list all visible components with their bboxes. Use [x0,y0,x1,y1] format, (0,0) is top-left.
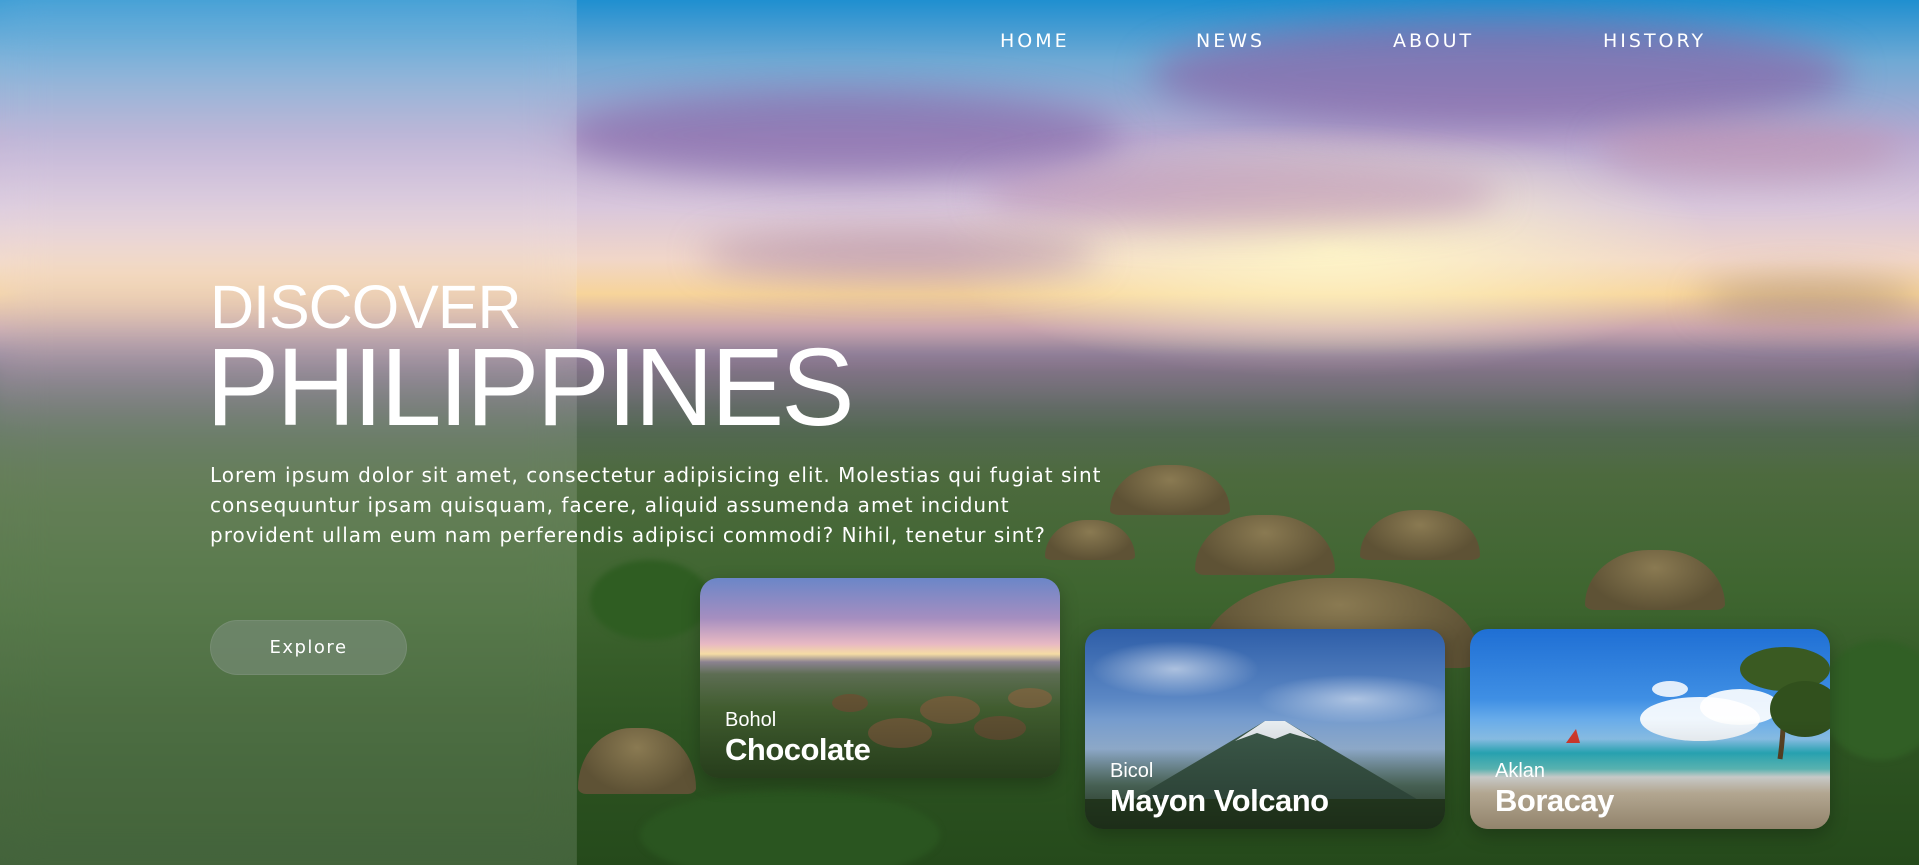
card-region-label: Bicol [1110,760,1154,782]
card-region-label: Aklan [1495,760,1546,782]
hero-description: Lorem ipsum dolor sit amet, consectetur … [210,463,1102,547]
explore-button[interactable]: Explore [210,620,407,675]
card-region-label: Bohol [725,709,777,731]
card-title: Chocolate [725,732,871,767]
nav-home-link[interactable]: HOME [1000,30,1070,52]
nav-news-link[interactable]: NEWS [1196,30,1265,52]
top-navigation: HOME NEWS ABOUT HISTORY [0,30,1919,60]
destination-card-boracay[interactable]: Aklan Boracay [1470,629,1830,829]
hero-section: DISCOVER PHILIPPINES Lorem ipsum dolor s… [206,272,1110,550]
card-title: Boracay [1495,783,1614,818]
card-title: Mayon Volcano [1110,783,1329,818]
destination-card-chocolate[interactable]: Bohol Chocolate [700,578,1060,778]
nav-about-link[interactable]: ABOUT [1393,30,1474,52]
hero-title: PHILIPPINES [206,326,855,449]
destination-card-mayon-volcano[interactable]: Bicol Mayon Volcano [1085,629,1445,829]
nav-history-link[interactable]: HISTORY [1603,30,1706,52]
